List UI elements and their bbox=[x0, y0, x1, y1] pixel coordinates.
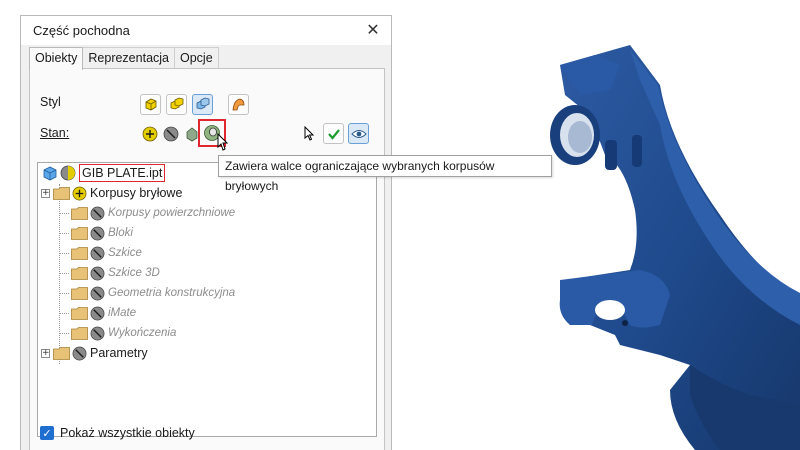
tree-item-construction-geometry[interactable]: Geometria konstrukcyjna bbox=[53, 283, 235, 303]
tab-options[interactable]: Opcje bbox=[174, 47, 219, 69]
exclude-state-button[interactable] bbox=[160, 123, 181, 144]
exclude-icon bbox=[90, 306, 105, 320]
exclude-icon bbox=[90, 206, 105, 220]
tree-item-3d-sketches[interactable]: Szkice 3D bbox=[53, 263, 160, 283]
3d-model-view[interactable] bbox=[520, 25, 800, 450]
tab-bar: Obiekty Reprezentacja Opcje bbox=[29, 47, 219, 70]
tree-item-label: Bloki bbox=[108, 227, 133, 239]
expand-icon[interactable]: + bbox=[41, 188, 50, 198]
mixed-include-icon bbox=[60, 165, 76, 181]
style-preserve-seams-button[interactable] bbox=[166, 94, 187, 115]
style-multiple-bodies-button[interactable] bbox=[192, 94, 213, 115]
mouse-cursor-icon bbox=[217, 133, 229, 151]
tree-item-label: Korpusy bryłowe bbox=[90, 186, 183, 200]
style-label: Styl bbox=[40, 95, 61, 109]
state-label: Stan: bbox=[40, 126, 70, 140]
tree-item-label: Szkice 3D bbox=[108, 267, 160, 279]
tooltip: Zawiera walce ograniczające wybranych ko… bbox=[218, 155, 552, 193]
surface-body-icon bbox=[232, 98, 245, 111]
close-icon[interactable]: ✕ bbox=[363, 20, 383, 40]
tree-item-label: Wykończenia bbox=[108, 327, 177, 339]
ok-check-button[interactable] bbox=[323, 123, 344, 144]
preview-toggle-button[interactable] bbox=[348, 123, 369, 144]
exclude-icon bbox=[90, 266, 105, 280]
include-icon bbox=[72, 186, 87, 200]
style-surface-button[interactable] bbox=[228, 94, 249, 115]
tab-representation[interactable]: Reprezentacja bbox=[82, 47, 175, 69]
tree-item-label: Korpusy powierzchniowe bbox=[108, 207, 236, 219]
folder-icon bbox=[71, 326, 88, 340]
show-all-objects-checkbox[interactable]: ✓ bbox=[40, 426, 54, 440]
tree-item-surface-bodies[interactable]: Korpusy powierzchniowe bbox=[53, 203, 235, 223]
show-all-objects-row[interactable]: ✓ Pokaż wszystkie obiekty bbox=[40, 426, 195, 440]
tree-item-parameters[interactable]: + Parametry bbox=[41, 343, 148, 363]
part-cube-icon bbox=[43, 166, 57, 180]
root-part-label: GIB PLATE.ipt bbox=[79, 164, 166, 182]
dialog-titlebar: Część pochodna ✕ bbox=[21, 16, 391, 45]
folder-icon bbox=[71, 206, 88, 220]
exclude-icon bbox=[72, 346, 87, 360]
select-pointer-button[interactable] bbox=[298, 123, 319, 144]
check-mark-icon bbox=[327, 128, 340, 140]
tree-item-label: iMate bbox=[108, 307, 137, 319]
folder-icon bbox=[53, 346, 70, 360]
include-state-button[interactable] bbox=[139, 123, 160, 144]
objects-panel: Styl Stan: GIB PLATE.ipt + Korpusy bryło… bbox=[29, 68, 385, 450]
tree-item-label: Parametry bbox=[90, 346, 148, 360]
pointer-arrow-icon bbox=[304, 125, 314, 141]
folder-icon bbox=[71, 226, 88, 240]
folder-icon bbox=[71, 246, 88, 260]
single-body-icon bbox=[145, 98, 157, 111]
include-icon bbox=[142, 126, 157, 141]
tab-objects[interactable]: Obiekty bbox=[29, 47, 84, 70]
tree-item-solid-bodies[interactable]: + Korpusy bryłowe bbox=[41, 183, 182, 203]
folder-icon bbox=[53, 186, 70, 200]
dialog-title: Część pochodna bbox=[33, 23, 130, 38]
derived-part-dialog: Część pochodna ✕ Obiekty Reprezentacja O… bbox=[20, 15, 392, 450]
folder-icon bbox=[71, 266, 88, 280]
multiple-bodies-icon bbox=[196, 97, 210, 110]
expand-icon[interactable]: + bbox=[41, 348, 50, 358]
folder-icon bbox=[71, 306, 88, 320]
tree-item-finishes[interactable]: Wykończenia bbox=[53, 323, 176, 343]
folder-icon bbox=[71, 286, 88, 300]
tree-item-sketches[interactable]: Szkice bbox=[53, 243, 142, 263]
exclude-icon bbox=[90, 286, 105, 300]
exclude-icon bbox=[90, 226, 105, 240]
screen: Część pochodna ✕ Obiekty Reprezentacja O… bbox=[0, 0, 800, 450]
exclude-icon bbox=[163, 126, 178, 141]
style-single-body-button[interactable] bbox=[140, 94, 161, 115]
tree-item-label: Geometria konstrukcyjna bbox=[108, 287, 236, 299]
object-tree: GIB PLATE.ipt + Korpusy bryłowe Korpusy … bbox=[37, 162, 377, 437]
exclude-icon bbox=[90, 246, 105, 260]
tree-item-imate[interactable]: iMate bbox=[53, 303, 136, 323]
show-all-objects-label: Pokaż wszystkie obiekty bbox=[60, 426, 195, 440]
exclude-icon bbox=[90, 326, 105, 340]
tree-item-blocks[interactable]: Bloki bbox=[53, 223, 133, 243]
tree-item-label: Szkice bbox=[108, 247, 142, 259]
preserve-seams-icon bbox=[170, 97, 184, 110]
eye-icon bbox=[350, 129, 367, 138]
tree-root[interactable]: GIB PLATE.ipt bbox=[42, 163, 166, 183]
